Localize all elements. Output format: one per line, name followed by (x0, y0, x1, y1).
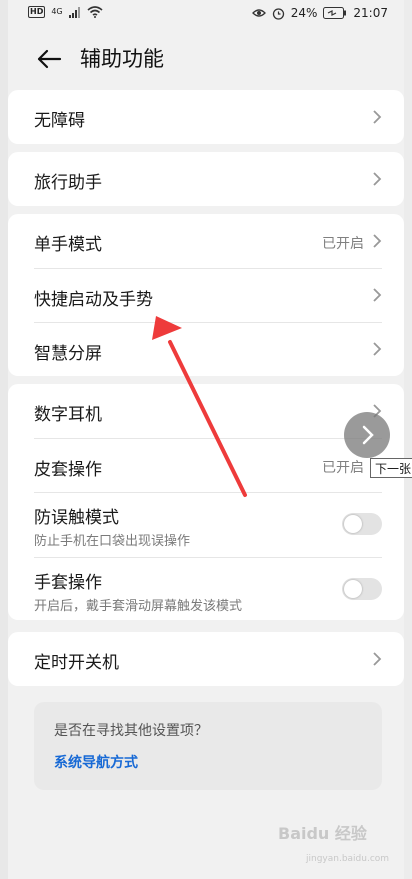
row-value: 已开启 (322, 460, 364, 476)
app-header: 辅助功能 (8, 30, 404, 88)
chevron-right-icon (373, 234, 382, 248)
alarm-icon (272, 7, 284, 20)
eye-comfort-icon (251, 9, 266, 17)
row-glove-mode: 手套操作 开启后，戴手套滑动屏幕触发该模式 (8, 558, 404, 620)
card-scheduled-power: 定时开关机 (8, 632, 404, 686)
chevron-right-icon (373, 342, 382, 356)
card-controls: 单手模式 已开启 快捷启动及手势 智慧分屏 (8, 214, 404, 376)
status-right: 24% 21:07 (251, 6, 388, 20)
card-accessibility: 无障碍 (8, 90, 404, 144)
row-sublabel: 防止手机在口袋出现误操作 (34, 534, 191, 549)
row-label: 定时开关机 (34, 653, 119, 673)
row-one-hand-mode[interactable]: 单手模式 已开启 (8, 214, 404, 268)
next-tooltip: 下一张 (370, 458, 412, 478)
row-travel-assistant[interactable]: 旅行助手 (8, 152, 404, 206)
signal-bars-icon (68, 6, 80, 18)
row-shortcuts-gestures[interactable]: 快捷启动及手势 (8, 269, 404, 322)
row-accidental-touch: 防误触模式 防止手机在口袋出现误操作 (8, 493, 404, 557)
row-scheduled-power[interactable]: 定时开关机 (8, 632, 404, 686)
row-label: 单手模式 (34, 235, 102, 255)
row-label: 旅行助手 (34, 173, 102, 193)
wifi-icon (87, 6, 103, 18)
accidental-touch-toggle[interactable] (342, 513, 382, 535)
chevron-right-icon (362, 425, 374, 445)
card-travel: 旅行助手 (8, 152, 404, 206)
toggle-knob (344, 580, 362, 598)
row-accessibility[interactable]: 无障碍 (8, 90, 404, 144)
suggestion-card: 是否在寻找其他设置项？ 系统导航方式 (34, 702, 382, 790)
row-sublabel: 开启后，戴手套滑动屏幕触发该模式 (34, 599, 243, 614)
clock: 21:07 (353, 6, 388, 20)
next-page-button[interactable] (344, 412, 390, 458)
baidu-jingyan-watermark: Baidu 经验 (278, 824, 367, 843)
glove-mode-toggle[interactable] (342, 578, 382, 600)
row-value: 已开启 (322, 236, 364, 252)
status-bar: HD 4G 24% 21:07 (8, 0, 404, 28)
signal-label: 4G (51, 7, 63, 16)
row-label: 智慧分屏 (34, 344, 102, 364)
row-smart-split-screen[interactable]: 智慧分屏 (8, 323, 404, 376)
row-label: 皮套操作 (34, 460, 102, 480)
system-navigation-link[interactable]: 系统导航方式 (54, 752, 138, 772)
status-left: HD 4G (28, 6, 103, 18)
chevron-right-icon (373, 288, 382, 302)
row-label: 手套操作 (34, 573, 102, 593)
row-label: 数字耳机 (34, 405, 102, 425)
row-label: 快捷启动及手势 (34, 290, 153, 310)
watermark-url: jingyan.baidu.com (306, 854, 390, 864)
right-edge-strip (404, 0, 412, 879)
hd-badge: HD (28, 6, 46, 18)
row-label: 防误触模式 (34, 508, 119, 528)
battery-percent: 24% (290, 6, 318, 20)
toggle-knob (344, 515, 362, 533)
chevron-right-icon (373, 172, 382, 186)
chevron-right-icon (373, 110, 382, 124)
page-title: 辅助功能 (80, 47, 164, 71)
row-label: 无障碍 (34, 111, 85, 131)
left-edge-strip (0, 0, 8, 879)
back-arrow-icon[interactable] (36, 46, 62, 72)
chevron-right-icon (373, 652, 382, 666)
suggestion-question: 是否在寻找其他设置项？ (54, 723, 208, 739)
battery-icon (323, 7, 347, 19)
